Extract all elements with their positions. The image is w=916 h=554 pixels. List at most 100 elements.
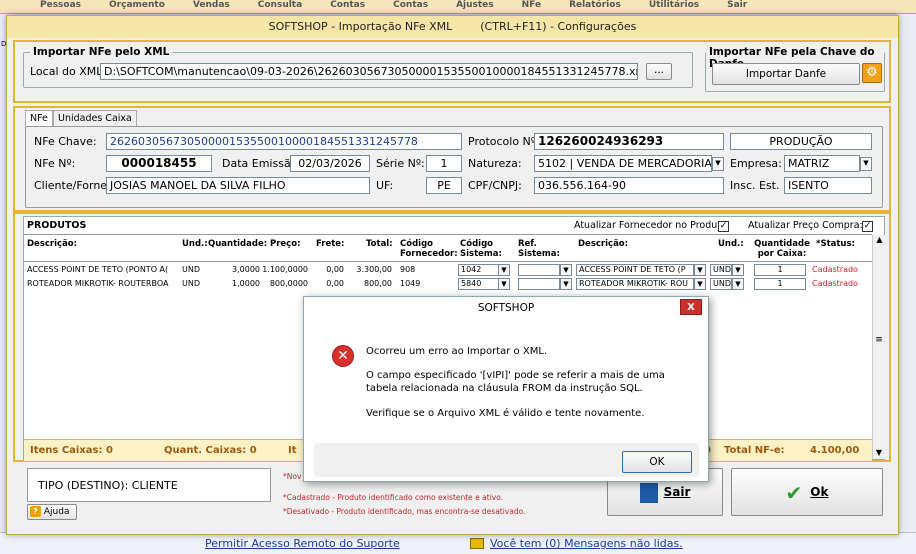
- cod-sis-chevron-down-icon[interactable]: ▼: [498, 278, 510, 290]
- cpf-field[interactable]: 036.556.164-90: [534, 177, 724, 194]
- row-descricao2[interactable]: ROTEADOR MIKROTIK- ROU: [576, 278, 694, 290]
- col-qtd-caixa: Quantidade por Caixa:: [754, 239, 810, 259]
- empresa-select[interactable]: MATRIZ: [784, 155, 860, 172]
- background-menu-item[interactable]: Pessoas: [40, 0, 81, 10]
- help-label: Ajuda: [43, 507, 70, 517]
- products-title: PRODUTOS: [27, 220, 87, 231]
- browse-button[interactable]: ...: [646, 63, 672, 80]
- table-row[interactable]: ACCESS POINT DE TETO (PONTO A( UND 3,000…: [24, 263, 872, 277]
- scroll-down-icon[interactable]: ▼: [873, 448, 885, 457]
- import-key-group: Importar NFe pela Chave do Danfe Importa…: [705, 46, 885, 92]
- insc-field[interactable]: ISENTO: [784, 177, 872, 194]
- ok-main-button[interactable]: ✔ Ok: [731, 468, 883, 516]
- und-chevron-down-icon[interactable]: ▼: [732, 278, 744, 290]
- natureza-select[interactable]: 5102 | VENDA DE MERCADORIA AD: [534, 155, 712, 172]
- numero-field[interactable]: 000018455: [106, 155, 212, 172]
- error-dialog: SOFTSHOP X ✕ Ocorreu um erro ao Importar…: [303, 296, 709, 482]
- cliente-label: Cliente/Forne.:: [34, 179, 115, 192]
- descricao-chevron-down-icon[interactable]: ▼: [694, 264, 706, 276]
- row-und2[interactable]: UND: [710, 264, 732, 276]
- background-menu-bar: Pessoas Orçamento Vendas Consulta Contas Cont…: [0, 0, 916, 14]
- import-xml-group: Importar NFe pelo XML Local do XML: D:\S…: [23, 46, 693, 88]
- row-cod-sis[interactable]: 1042: [458, 264, 500, 276]
- row-cod-sis[interactable]: 5840: [458, 278, 500, 290]
- col-cod-sis: Código Sistema:: [460, 239, 502, 259]
- window-title: SOFTSHOP - Importação NFe XML (CTRL+F11)…: [7, 16, 898, 38]
- messages-link[interactable]: Você tem (0) Mensagens não lidas.: [490, 537, 683, 550]
- row-und: UND: [182, 265, 200, 274]
- protocolo-field[interactable]: 126260024936293: [534, 133, 724, 150]
- row-descricao2[interactable]: ACCESS POINT DE TETO (P: [576, 264, 694, 276]
- grid-scrollbar[interactable]: ▲ ≡ ▼: [872, 235, 886, 459]
- background-menu-item[interactable]: Orçamento: [109, 0, 165, 10]
- row-descricao: ROTEADOR MIKROTIK- ROUTERBOA: [27, 279, 169, 288]
- ref-sis-chevron-down-icon[interactable]: ▼: [560, 278, 572, 290]
- natureza-chevron-down-icon[interactable]: ▼: [712, 157, 724, 171]
- tipo-destino: TIPO (DESTINO): CLIENTE: [38, 479, 178, 492]
- row-preco: 1.100,0000: [262, 265, 308, 274]
- ref-sis-chevron-down-icon[interactable]: ▼: [560, 264, 572, 276]
- totals-partial: It: [288, 445, 297, 456]
- error-icon: ✕: [332, 345, 354, 367]
- close-icon[interactable]: X: [680, 299, 702, 315]
- background-menu-item[interactable]: Sair: [727, 0, 747, 10]
- protocolo-label: Protocolo Nº:: [468, 135, 540, 148]
- empresa-chevron-down-icon[interactable]: ▼: [860, 157, 872, 171]
- natureza-label: Natureza:: [468, 157, 522, 170]
- support-link[interactable]: Permitir Acesso Remoto do Suporte: [205, 537, 400, 550]
- import-danfe-button[interactable]: Importar Danfe: [712, 63, 860, 85]
- und-chevron-down-icon[interactable]: ▼: [732, 264, 744, 276]
- nfe-info-group: NFe Chave: 26260305673050000153550010000…: [25, 126, 883, 208]
- ambiente-field: PRODUÇÃO: [730, 133, 872, 150]
- cod-sis-chevron-down-icon[interactable]: ▼: [498, 264, 510, 276]
- background-menu-item[interactable]: Contas: [330, 0, 365, 10]
- background-menu-item[interactable]: Vendas: [193, 0, 230, 10]
- background-menu-item[interactable]: Ajustes: [456, 0, 494, 10]
- total-nfe-label: Total NF-e:: [724, 445, 785, 456]
- check-icon: ✔: [785, 480, 803, 505]
- tab-unidades-caixa[interactable]: Unidades Caixa: [53, 110, 137, 126]
- descricao-chevron-down-icon[interactable]: ▼: [694, 278, 706, 290]
- row-total: 800,00: [364, 279, 392, 288]
- scroll-up-icon[interactable]: ▲: [873, 235, 886, 244]
- background-menu-item[interactable]: Contas: [393, 0, 428, 10]
- row-cod-forn: 908: [400, 265, 416, 274]
- chave-field[interactable]: 2626030567305000015355001000018455133124…: [106, 133, 462, 150]
- row-qtd-caixa[interactable]: 1: [754, 264, 806, 276]
- background-menu-item[interactable]: Relatórios: [569, 0, 621, 10]
- update-price-checkbox[interactable]: ✓: [862, 221, 873, 232]
- itens-caixas: Itens Caixas: 0: [30, 445, 113, 456]
- table-row[interactable]: ROTEADOR MIKROTIK- ROUTERBOA UND 1,0000 …: [24, 277, 872, 291]
- background-menu-item[interactable]: Utilitários: [649, 0, 699, 10]
- serie-field[interactable]: 1: [426, 155, 462, 172]
- row-und: UND: [182, 279, 200, 288]
- row-und2[interactable]: UND: [710, 278, 732, 290]
- update-forn-checkbox[interactable]: ✓: [718, 221, 729, 232]
- background-right-panel: [898, 14, 916, 554]
- row-ref-sis[interactable]: [518, 278, 560, 290]
- insc-label: Insc. Est.: [730, 179, 780, 192]
- help-icon: ?: [30, 506, 41, 517]
- row-ref-sis[interactable]: [518, 264, 560, 276]
- cliente-field[interactable]: JOSIAS MANOEL DA SILVA FILHO: [106, 177, 370, 194]
- dialog-button-area: OK: [314, 443, 699, 477]
- gear-icon[interactable]: ⚙: [862, 63, 882, 83]
- ok-main-label: Ok: [810, 485, 829, 499]
- row-qtd-caixa[interactable]: 1: [754, 278, 806, 290]
- background-menu-item[interactable]: Consulta: [258, 0, 302, 10]
- col-preco: Preço:: [270, 239, 301, 249]
- row-quantidade: 3,0000: [232, 265, 260, 274]
- dialog-ok-button[interactable]: OK: [622, 451, 692, 473]
- col-quantidade: Quantidade:: [208, 239, 268, 249]
- background-status-bar: Permitir Acesso Remoto do Suporte Você t…: [0, 532, 916, 554]
- background-menu-item[interactable]: NFe: [522, 0, 541, 10]
- xml-path-input[interactable]: D:\SOFTCOM\manutencao\09-03-2026\2626030…: [100, 63, 638, 80]
- emissao-field[interactable]: 02/03/2026: [290, 155, 370, 172]
- scroll-grip-icon[interactable]: ≡: [873, 335, 885, 345]
- help-button[interactable]: ? Ajuda: [27, 504, 77, 520]
- col-total: Total:: [366, 239, 393, 249]
- tab-nfe[interactable]: NFe: [25, 110, 53, 126]
- update-forn-label: Atualizar Fornecedor no Produto:: [574, 220, 731, 231]
- uf-field[interactable]: PE: [426, 177, 462, 194]
- dialog-line1: Ocorreu um erro ao Importar o XML.: [366, 346, 548, 357]
